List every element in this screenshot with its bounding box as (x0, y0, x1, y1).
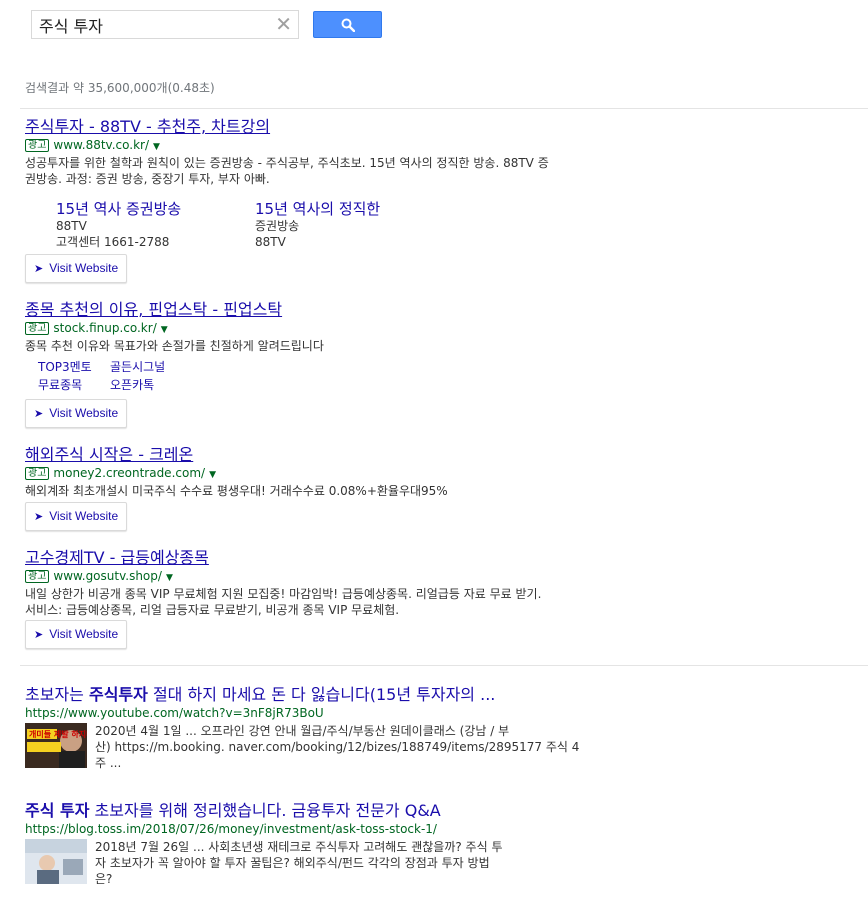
sitelink: 15년 역사의 정직한 증권방송 88TV (255, 200, 445, 250)
arrow-right-icon: ➤ (34, 511, 44, 523)
visit-website-button[interactable]: ➤ Visit Website (25, 254, 128, 283)
result-title-link[interactable]: 초보자는 주식투자 절대 하지 마세요 돈 다 잃습니다(15년 투자자의 ..… (25, 685, 495, 705)
ad-url-line: 광고 money2.creontrade.com/▼ (25, 466, 448, 483)
ad-title-link[interactable]: 주식투자 - 88TV - 추천주, 차트강의 (25, 117, 549, 137)
chevron-down-icon[interactable]: ▼ (153, 142, 160, 152)
thumbnail-image: 개미들 제발 하지마라 (25, 723, 87, 768)
result-url[interactable]: https://blog.toss.im/2018/07/26/money/in… (25, 821, 441, 837)
snippet-line: 2020년 4월 1일 ... 오프라인 강연 안내 월급/주식/부동산 원데이… (95, 724, 510, 738)
article-thumbnail[interactable] (25, 839, 87, 884)
snippet-line: 2018년 7월 26일 ... 사회초년생 재테크로 주식투자 고려해도 괜찮… (95, 840, 503, 854)
video-thumbnail[interactable]: 개미들 제발 하지마라 (25, 723, 87, 768)
thumbnail-image (25, 839, 87, 884)
result-stats: 검색결과 약 35,600,000개(0.48초) (25, 81, 215, 95)
ad-badge: 광고 (25, 322, 50, 335)
sitelink-line: 88TV (56, 219, 87, 233)
title-highlight: 주식투자 (88, 685, 148, 704)
ad-desc-line: 권방송. 과정: 증권 방송, 중장기 투자, 부자 아빠. (25, 172, 270, 186)
divider (20, 108, 868, 109)
sitelink-small[interactable]: 골든시그널 (110, 358, 165, 375)
chevron-down-icon[interactable]: ▼ (166, 573, 173, 583)
organic-result: 주식 투자 초보자를 위해 정리했습니다. 금융투자 전문가 Q&A https… (25, 801, 441, 837)
sitelink-title[interactable]: 15년 역사의 정직한 (255, 200, 445, 218)
sitelink-line: 증권방송 (255, 219, 300, 233)
chevron-down-icon[interactable]: ▼ (209, 470, 216, 480)
search-box[interactable]: ✕ (31, 10, 299, 39)
sitelink-small[interactable]: 오픈카톡 (110, 376, 154, 393)
search-icon (341, 18, 355, 32)
ad-title-link[interactable]: 고수경제TV - 급등예상종목 (25, 548, 541, 568)
ad-url: www.gosutv.shop/ (53, 569, 162, 583)
ad-result: 종목 추천의 이유, 핀업스탁 - 핀업스탁 광고 stock.finup.co.… (25, 300, 324, 354)
result-snippet: 2020년 4월 1일 ... 오프라인 강연 안내 월급/주식/부동산 원데이… (95, 723, 595, 771)
visit-website-button[interactable]: ➤ Visit Website (25, 399, 128, 428)
visit-website-label: Visit Website (49, 261, 119, 275)
sitelink-small[interactable]: 무료종목 (38, 376, 82, 393)
ad-description: 성공투자를 위한 철학과 원칙이 있는 증권방송 - 주식공부, 주식초보. 1… (25, 155, 549, 187)
title-highlight: 주식 투자 (25, 801, 90, 820)
ad-url: www.88tv.co.kr/ (53, 138, 149, 152)
visit-website-button[interactable]: ➤ Visit Website (25, 502, 128, 531)
visit-website-label: Visit Website (49, 627, 119, 641)
result-title-link[interactable]: 주식 투자 초보자를 위해 정리했습니다. 금융투자 전문가 Q&A (25, 801, 441, 821)
sitelink-small[interactable]: TOP3멘토 (38, 358, 92, 375)
arrow-right-icon: ➤ (34, 629, 44, 641)
ad-desc-line: 서비스: 급등예상종목, 리얼 급등자료 무료받기, 비공개 종목 VIP 무료… (25, 603, 400, 617)
sitelink-line: 고객센터 1661-2788 (56, 235, 170, 249)
result-url[interactable]: https://www.youtube.com/watch?v=3nF8jR73… (25, 705, 495, 721)
ad-description: 해외계좌 최초개설시 미국주식 수수료 평생우대! 거래수수료 0.08%+환율… (25, 483, 448, 499)
sitelink-line: 88TV (255, 235, 286, 249)
sitelink-title[interactable]: 15년 역사 증권방송 (56, 200, 246, 218)
snippet-line: 산) https://m.booking. naver.com/booking/… (95, 740, 580, 754)
ad-url: money2.creontrade.com/ (53, 466, 206, 480)
arrow-right-icon: ➤ (34, 408, 44, 420)
snippet-line: 자 초보자가 꼭 알아야 할 투자 꿀팁은? 해외주식/펀드 각각의 장점과 투… (95, 856, 490, 870)
search-input[interactable] (39, 14, 269, 35)
divider (20, 665, 868, 666)
ad-badge: 광고 (25, 467, 50, 480)
ad-desc-line: 해외계좌 최초개설시 미국주식 수수료 평생우대! 거래수수료 0.08%+환율… (25, 484, 448, 498)
ad-desc-line: 내일 상한가 비공개 종목 VIP 무료체험 지원 모집중! 마감임박! 급등예… (25, 587, 542, 601)
ad-result: 고수경제TV - 급등예상종목 광고 www.gosutv.shop/ ▼ 내일 상… (25, 548, 541, 618)
title-text: 초보자를 위해 정리했습니다. 금융투자 전문가 Q&A (89, 801, 441, 820)
ad-url-line: 광고 stock.finup.co.kr/ ▼ (25, 321, 324, 338)
ad-badge: 광고 (25, 570, 50, 583)
ad-title-link[interactable]: 해외주식 시작은 - 크레온 (25, 445, 448, 465)
ad-url-line: 광고 www.gosutv.shop/ ▼ (25, 569, 541, 586)
ad-description: 종목 추천 이유와 목표가와 손절가를 친절하게 알려드립니다 (25, 338, 324, 354)
visit-website-label: Visit Website (49, 406, 119, 420)
ad-desc-line: 성공투자를 위한 철학과 원칙이 있는 증권방송 - 주식공부, 주식초보. 1… (25, 156, 549, 170)
visit-website-button[interactable]: ➤ Visit Website (25, 620, 128, 649)
sitelink: 15년 역사 증권방송 88TV 고객센터 1661-2788 (56, 200, 246, 250)
snippet-line: 은? (95, 872, 113, 886)
ad-url: stock.finup.co.kr/ (53, 321, 157, 335)
ad-badge: 광고 (25, 139, 50, 152)
visit-website-label: Visit Website (49, 509, 119, 523)
search-button[interactable] (313, 11, 382, 38)
ad-url-line: 광고 www.88tv.co.kr/ ▼ (25, 138, 549, 155)
clear-icon[interactable]: ✕ (275, 13, 292, 35)
ad-desc-line: 종목 추천 이유와 목표가와 손절가를 친절하게 알려드립니다 (25, 339, 324, 353)
chevron-down-icon[interactable]: ▼ (161, 325, 168, 335)
title-text: 초보자는 (25, 685, 89, 704)
ad-title-link[interactable]: 종목 추천의 이유, 핀업스탁 - 핀업스탁 (25, 300, 324, 320)
arrow-right-icon: ➤ (34, 263, 44, 275)
ad-result: 해외주식 시작은 - 크레온 광고 money2.creontrade.com/▼… (25, 445, 448, 499)
organic-result: 초보자는 주식투자 절대 하지 마세요 돈 다 잃습니다(15년 투자자의 ..… (25, 685, 495, 721)
thumbnail-caption: 개미들 제발 하지마라 (29, 729, 87, 739)
ad-description: 내일 상한가 비공개 종목 VIP 무료체험 지원 모집중! 마감임박! 급등예… (25, 586, 541, 618)
result-snippet: 2018년 7월 26일 ... 사회초년생 재테크로 주식투자 고려해도 괜찮… (95, 839, 595, 887)
snippet-line: 주 ... (95, 756, 122, 770)
title-text: 절대 하지 마세요 돈 다 잃습니다(15년 투자자의 ... (147, 685, 496, 704)
ad-result: 주식투자 - 88TV - 추천주, 차트강의 광고 www.88tv.co.kr… (25, 117, 549, 187)
